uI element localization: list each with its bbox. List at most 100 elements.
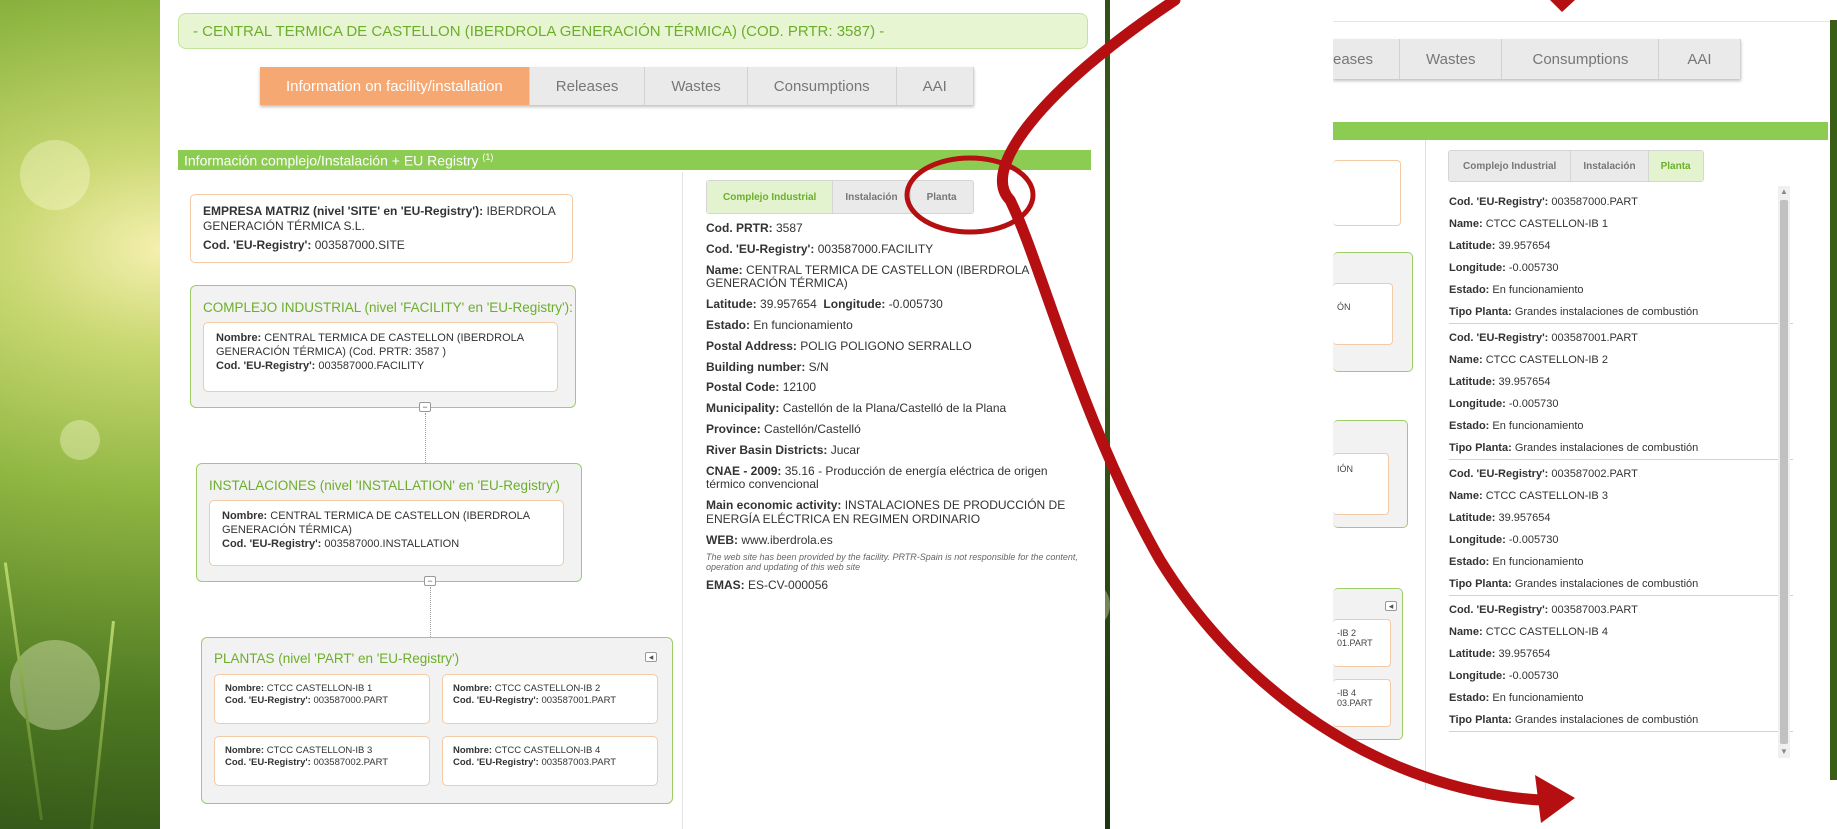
plant-detail-value: -0.005730	[1508, 262, 1559, 274]
fragment-text: 03.PART	[1337, 698, 1373, 708]
scroll-up-icon[interactable]: ▲	[1778, 186, 1790, 198]
plant-detail-value: Grandes instalaciones de combustión	[1514, 306, 1699, 318]
plant-detail-label: Cod. 'EU-Registry':	[1449, 196, 1549, 208]
plant-detail-label: Tipo Planta:	[1449, 306, 1512, 318]
detail-tabs: Complejo Industrial Instalación Planta	[706, 180, 974, 214]
plant-code: 003587003.PART	[541, 756, 617, 768]
detail-tab-planta[interactable]: Planta	[1648, 151, 1703, 181]
website-link[interactable]: www.iberdrola.es	[741, 533, 832, 547]
info-value: 003587000.FACILITY	[817, 241, 934, 256]
plant-detail-label: Latitude:	[1449, 240, 1496, 252]
plant-detail-value: Grandes instalaciones de combustión	[1514, 442, 1699, 454]
plant-code: 003587000.PART	[313, 694, 389, 706]
info-label: EMAS:	[706, 578, 745, 593]
scroll-down-icon[interactable]: ▼	[1778, 746, 1790, 758]
plant-list-scrollbar[interactable]: ▲ ▼	[1778, 186, 1790, 758]
scrollbar-thumb[interactable]	[1780, 200, 1788, 744]
installation-group: INSTALACIONES (nivel 'INSTALLATION' en '…	[196, 463, 582, 582]
site-card-fragment	[1333, 160, 1401, 226]
plant-detail-entry: Cod. 'EU-Registry': 003587002.PART Name: …	[1449, 460, 1793, 596]
tab-information[interactable]: Information on facility/installation	[260, 67, 530, 105]
plant-card-fragment: -IB 4 03.PART	[1333, 679, 1391, 727]
installation-code: 003587000.INSTALLATION	[324, 537, 460, 550]
fragment-text: -IB 4	[1337, 688, 1357, 698]
plant-detail-label: Estado:	[1449, 692, 1490, 704]
plant-detail-label: Tipo Planta:	[1449, 442, 1512, 454]
tab-wastes[interactable]: Wastes	[1400, 39, 1503, 79]
info-value: En funcionamiento	[753, 317, 853, 332]
info-row-municipality: Municipality: Castellón de la Plana/Cast…	[706, 401, 1086, 416]
info-row-address: Postal Address: POLIG POLIGONO SERRALLO	[706, 338, 1086, 354]
site-card: EMPRESA MATRIZ (nivel 'SITE' en 'EU-Regi…	[190, 194, 573, 263]
info-value: POLIG POLIGONO SERRALLO	[800, 338, 972, 353]
background-edge	[1830, 20, 1837, 780]
detail-tab-planta[interactable]: Planta	[911, 181, 973, 213]
info-label: Estado:	[706, 317, 751, 332]
info-row-cnae: CNAE - 2009: 35.16 - Producción de energ…	[706, 464, 1086, 493]
detail-tab-instalacion[interactable]: Instalación	[833, 181, 911, 213]
info-label: Longitude:	[823, 297, 886, 312]
info-value: Jucar	[830, 442, 861, 457]
installation-group-fragment: IÓN	[1333, 420, 1408, 528]
tab-consumptions[interactable]: Consumptions	[1502, 39, 1660, 79]
plant-card[interactable]: Nombre: CTCC CASTELLON-IB 4 Cod. 'EU-Reg…	[442, 736, 658, 786]
plant-detail-value: -0.005730	[1508, 534, 1559, 546]
web-disclaimer: The web site has been provided by the fa…	[706, 551, 1078, 572]
top-strip	[1333, 0, 1837, 22]
tab-wastes[interactable]: Wastes	[645, 67, 748, 105]
plant-detail-value: -0.005730	[1508, 398, 1559, 410]
tree-connector	[425, 413, 426, 463]
plant-detail-label: Cod. 'EU-Registry':	[1449, 468, 1549, 480]
detail-tab-instalacion[interactable]: Instalación	[1571, 151, 1649, 181]
plant-detail-line: Tipo Planta: Grandes instalaciones de co…	[1449, 437, 1793, 459]
plant-detail-value: -0.005730	[1508, 670, 1559, 682]
plant-detail-line: Latitude: 39.957654	[1449, 643, 1793, 665]
info-value: 12100	[782, 380, 817, 395]
info-value: CENTRAL TERMICA DE CASTELLON (IBERDROLA …	[706, 262, 1029, 291]
plant-detail-line: Name: CTCC CASTELLON-IB 3	[1449, 485, 1793, 507]
detail-tab-complejo[interactable]: Complejo Industrial	[1449, 151, 1572, 181]
tab-aai[interactable]: AAI	[1659, 39, 1741, 79]
tab-releases-cropped[interactable]: eases	[1333, 39, 1401, 79]
plant-detail-line: Longitude: -0.005730	[1449, 529, 1793, 551]
plant-list: Cod. 'EU-Registry': 003587000.PART Name: …	[1449, 188, 1793, 758]
tab-aai[interactable]: AAI	[896, 67, 974, 105]
plant-name-label: Nombre:	[225, 683, 265, 694]
plant-card[interactable]: Nombre: CTCC CASTELLON-IB 2 Cod. 'EU-Reg…	[442, 674, 658, 724]
right-screenshot: eases Wastes Consumptions AAI ÓN IÓN ◂ -…	[1333, 0, 1837, 829]
plant-detail-value: CTCC CASTELLON-IB 1	[1485, 218, 1608, 230]
installation-name: CENTRAL TERMICA DE CASTELLON (IBERDROLA …	[222, 510, 530, 536]
plant-detail-value: 003587000.PART	[1551, 196, 1638, 208]
plant-detail-line: Estado: En funcionamiento	[1449, 279, 1793, 301]
installation-code-label: Cod. 'EU-Registry':	[222, 537, 322, 550]
plants-toggle-button[interactable]: ◂	[645, 652, 657, 662]
plant-code-label: Cod. 'EU-Registry':	[453, 756, 539, 768]
info-value: 39.957654	[760, 297, 817, 312]
plant-card[interactable]: Nombre: CTCC CASTELLON-IB 3 Cod. 'EU-Reg…	[214, 736, 430, 786]
info-row-province: Province: Castellón/Castelló	[706, 422, 1086, 437]
facility-info-panel: Cod. PRTR: 3587 Cod. 'EU-Registry': 0035…	[706, 221, 1086, 600]
plant-code: 003587002.PART	[313, 756, 389, 768]
info-label: Postal Code:	[706, 380, 780, 395]
plant-detail-line: Cod. 'EU-Registry': 003587000.PART	[1449, 191, 1793, 213]
plant-name: CTCC CASTELLON-IB 3	[266, 745, 373, 756]
installation-collapse-button[interactable]: −	[424, 576, 436, 586]
plant-card[interactable]: Nombre: CTCC CASTELLON-IB 1 Cod. 'EU-Reg…	[214, 674, 430, 724]
facility-collapse-button[interactable]: −	[419, 402, 431, 412]
detail-tab-complejo[interactable]: Complejo Industrial	[707, 181, 834, 213]
plant-name: CTCC CASTELLON-IB 4	[494, 745, 601, 756]
info-label: Cod. PRTR:	[706, 221, 773, 235]
info-row-emas: EMAS: ES-CV-000056	[706, 578, 1086, 593]
plant-detail-value: CTCC CASTELLON-IB 4	[1485, 626, 1608, 638]
tab-consumptions[interactable]: Consumptions	[747, 67, 897, 105]
plants-toggle-button[interactable]: ◂	[1385, 601, 1397, 611]
tab-releases[interactable]: Releases	[529, 67, 646, 105]
facility-group-fragment: ÓN	[1333, 252, 1413, 372]
plant-name-label: Nombre:	[225, 745, 265, 756]
plant-detail-value: 39.957654	[1498, 376, 1551, 388]
plant-detail-value: En funcionamiento	[1492, 692, 1584, 704]
info-value: -0.005730	[888, 297, 943, 312]
plant-detail-value: Grandes instalaciones de combustión	[1514, 578, 1699, 590]
plant-detail-label: Name:	[1449, 354, 1483, 366]
plant-detail-line: Cod. 'EU-Registry': 003587001.PART	[1449, 327, 1793, 349]
